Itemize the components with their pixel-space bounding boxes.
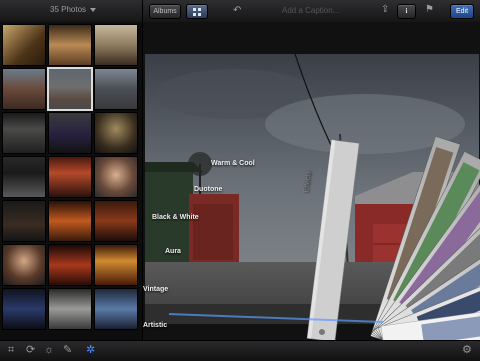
thumbnail[interactable]	[94, 156, 138, 198]
gear-icon[interactable]: ⚙	[462, 344, 472, 356]
flag-icon[interactable]: ⚑	[425, 5, 434, 15]
thumbnail-selected[interactable]	[47, 67, 93, 111]
thumbnail[interactable]	[2, 244, 46, 286]
grid-view-button[interactable]	[186, 4, 208, 19]
edit-button[interactable]: Edit	[450, 4, 474, 19]
adjust-icon[interactable]: ☼	[44, 344, 54, 356]
thumbnail[interactable]	[94, 24, 138, 66]
rotate-icon[interactable]: ⟳	[26, 344, 35, 356]
effects-icon[interactable]: ✲	[86, 344, 95, 356]
effects-cover[interactable]	[306, 139, 360, 340]
thumbnail[interactable]	[2, 68, 46, 110]
bottom-toolbar: ⌗ ⟳ ☼ ✎ ✲ ⚙	[0, 340, 480, 361]
thumbnail[interactable]	[48, 288, 92, 330]
thumbnail[interactable]	[94, 68, 138, 110]
effect-label-duotone[interactable]: Duotone	[194, 186, 222, 193]
effect-label-warm-cool[interactable]: Warm & Cool	[211, 160, 255, 167]
thumbnail[interactable]	[2, 288, 46, 330]
effect-label-artistic[interactable]: Artistic	[143, 322, 167, 329]
thumbnail[interactable]	[48, 200, 92, 242]
thumbnail[interactable]	[94, 200, 138, 242]
info-button[interactable]: i	[397, 4, 416, 19]
effect-label-black-white[interactable]: Black & White	[152, 214, 199, 221]
thumbnail[interactable]	[48, 156, 92, 198]
thumbnail[interactable]	[2, 200, 46, 242]
photo-viewer[interactable]: Warm & Cool Duotone Black & White Aura V…	[143, 22, 480, 340]
thumbnail[interactable]	[2, 24, 46, 66]
thumbnail[interactable]	[48, 244, 92, 286]
albums-button[interactable]: Albums	[149, 4, 181, 19]
brush-icon[interactable]: ✎	[63, 344, 72, 356]
thumbnail[interactable]	[94, 244, 138, 286]
thumbnail[interactable]	[48, 112, 92, 154]
info-icon: i	[405, 7, 408, 15]
album-selector[interactable]: 35 Photos	[50, 5, 97, 14]
effect-label-aura[interactable]: Aura	[165, 248, 181, 255]
thumbnail[interactable]	[94, 288, 138, 330]
undo-icon[interactable]: ↶	[233, 6, 241, 16]
chevron-down-icon	[90, 7, 97, 12]
caption-field[interactable]: Add a Caption...	[282, 6, 339, 15]
album-title: 35 Photos	[50, 5, 87, 14]
effect-label-vintage[interactable]: Vintage	[143, 286, 168, 293]
thumbnail[interactable]	[2, 112, 46, 154]
crop-icon[interactable]: ⌗	[8, 344, 14, 356]
thumbnail-sidebar[interactable]	[0, 22, 143, 340]
album-header: 35 Photos	[0, 0, 143, 22]
grid-icon	[193, 8, 201, 16]
effects-fan[interactable]	[143, 22, 480, 340]
top-toolbar: 35 Photos Albums ↶ Add a Caption... ⇪ i …	[0, 0, 480, 23]
thumbnail[interactable]	[2, 156, 46, 198]
share-icon[interactable]: ⇪	[381, 5, 389, 15]
thumbnail[interactable]	[48, 24, 92, 66]
thumbnail[interactable]	[94, 112, 138, 154]
